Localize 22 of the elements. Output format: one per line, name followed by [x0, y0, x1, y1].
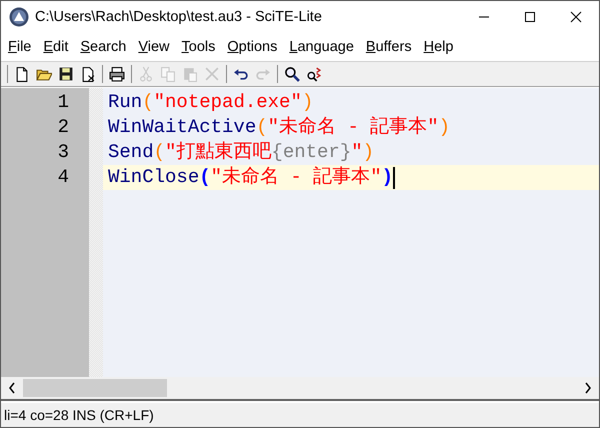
- maximize-icon: [524, 11, 536, 23]
- menu-item[interactable]: Buffers: [360, 37, 417, 57]
- menu-item[interactable]: View: [133, 37, 175, 57]
- app-logo-icon: [9, 7, 29, 27]
- menu-item[interactable]: Help: [418, 37, 458, 57]
- menu-item[interactable]: Options: [222, 37, 282, 57]
- status-text: li=4 co=28 INS (CR+LF): [4, 407, 154, 423]
- menu-item[interactable]: File: [3, 37, 36, 57]
- code-line: WinWaitActive("未命名 - 記事本"): [107, 115, 452, 140]
- menu-item[interactable]: Language: [284, 37, 359, 57]
- line-number: 4: [56, 165, 70, 190]
- close-icon: [570, 11, 582, 23]
- menu-item[interactable]: Search: [75, 37, 132, 57]
- code-line: Send("打點東西吧{enter}"): [107, 140, 376, 165]
- menu-item[interactable]: Tools: [176, 37, 220, 57]
- line-number: 2: [56, 115, 70, 140]
- code-line: Run("notepad.exe"): [107, 90, 314, 115]
- window-title: C:\Users\Rach\Desktop\test.au3 - SciTE-Lite: [35, 9, 323, 25]
- line-number: 1: [56, 90, 70, 115]
- scrollbar-thumb[interactable]: [23, 379, 167, 397]
- line-number: 3: [56, 140, 70, 165]
- menu-item[interactable]: Edit: [38, 37, 74, 57]
